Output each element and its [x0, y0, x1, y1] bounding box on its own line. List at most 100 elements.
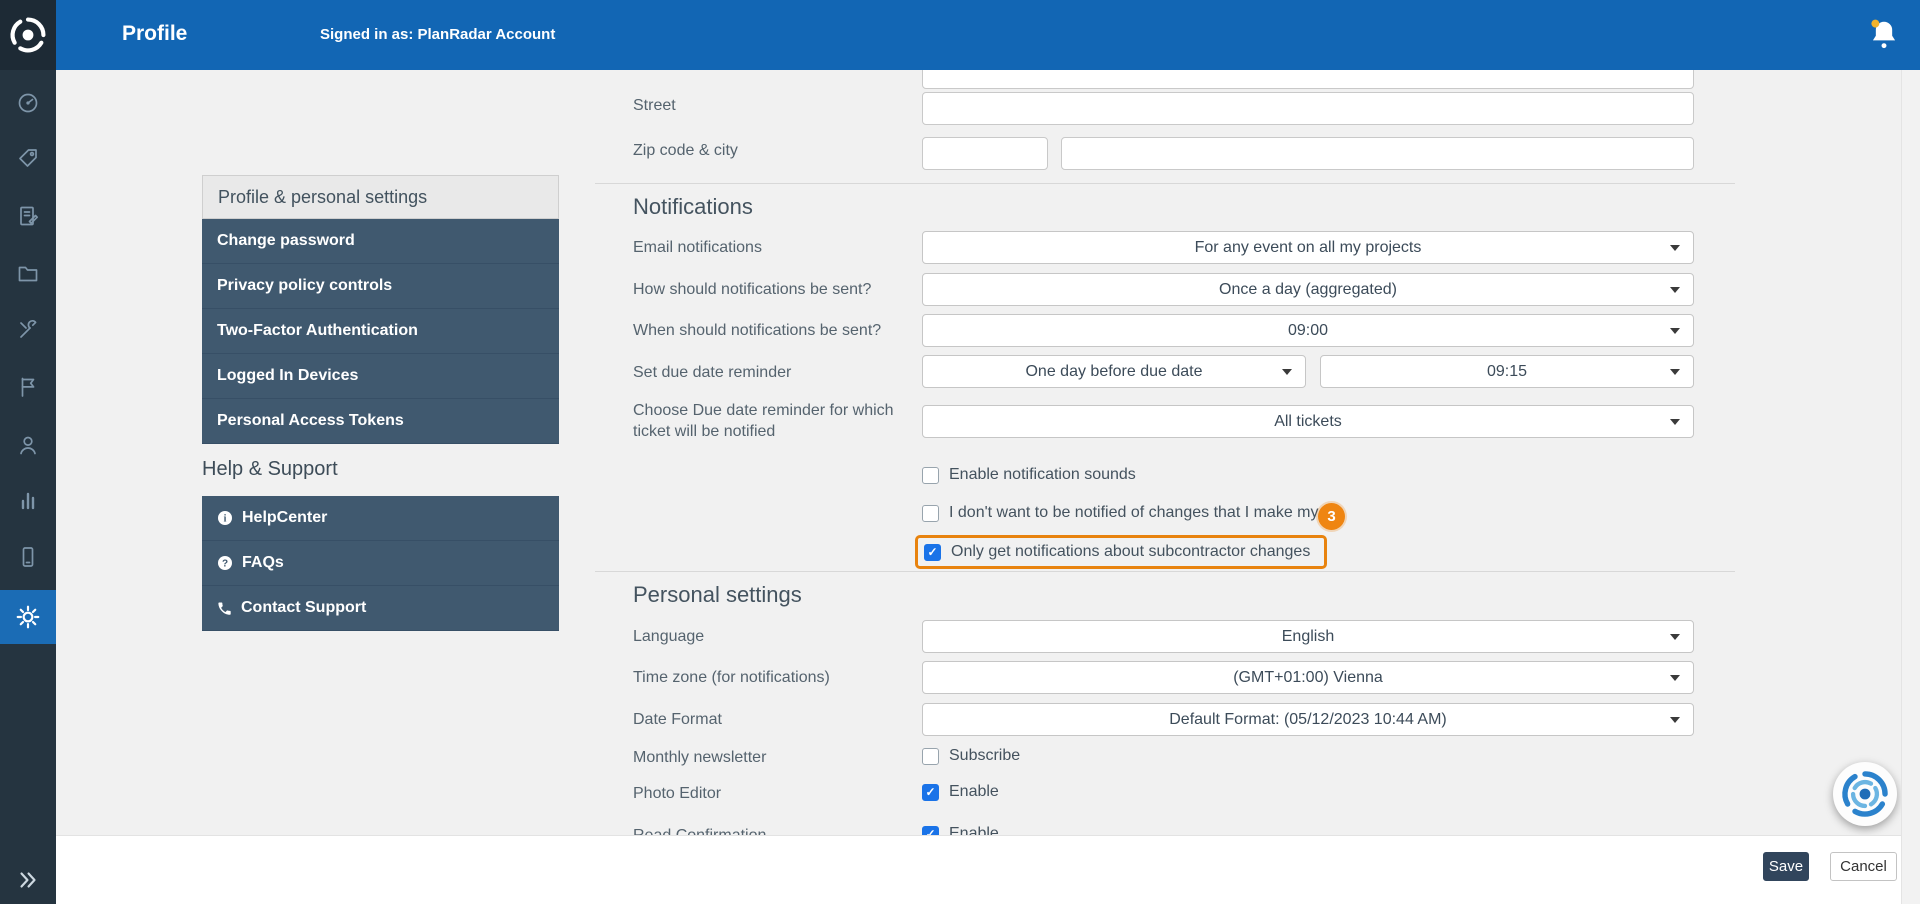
photo-editor-enable-label: Enable	[949, 783, 999, 801]
email-notifications-label: Email notifications	[633, 239, 762, 257]
chevron-down-icon	[1282, 369, 1292, 375]
menu-item-label: Contact Support	[241, 599, 366, 617]
chevron-down-icon	[1670, 369, 1680, 375]
notification-frequency-select[interactable]: Once a day (aggregated)	[922, 273, 1694, 306]
notification-time-select[interactable]: 09:00	[922, 314, 1694, 347]
device-icon[interactable]	[0, 533, 56, 581]
menu-item-label: HelpCenter	[242, 509, 327, 527]
street-input[interactable]	[922, 92, 1694, 125]
due-reminder-scope-select[interactable]: All tickets	[922, 405, 1694, 438]
document-icon[interactable]	[0, 192, 56, 240]
due-date-time-select[interactable]: 09:15	[1320, 355, 1694, 388]
menu-header-profile-settings[interactable]: Profile & personal settings	[202, 175, 559, 219]
planradar-watermark-logo	[1833, 762, 1897, 826]
language-label: Language	[633, 628, 704, 646]
photo-editor-checkbox[interactable]	[922, 784, 939, 801]
flag-icon[interactable]	[0, 363, 56, 411]
page-title: Profile	[122, 22, 187, 46]
due-date-reminder-select[interactable]: One day before due date	[922, 355, 1306, 388]
notification-sounds-row: Enable notification sounds	[922, 466, 1136, 484]
planradar-logo-box	[0, 0, 56, 70]
select-value: 09:00	[1288, 322, 1328, 340]
zip-input[interactable]	[922, 137, 1048, 170]
language-select[interactable]: English	[922, 620, 1694, 653]
menu-item-label: Change password	[217, 232, 355, 250]
phone-icon	[217, 601, 232, 616]
menu-item-faqs[interactable]: ? FAQs	[202, 541, 559, 586]
icon-sidebar	[0, 70, 56, 904]
email-notifications-select[interactable]: For any event on all my projects	[922, 231, 1694, 264]
section-divider	[595, 183, 1735, 184]
select-value: Default Format: (05/12/2023 10:44 AM)	[1169, 711, 1446, 729]
question-icon: ?	[217, 555, 233, 571]
personal-settings-heading: Personal settings	[633, 582, 802, 608]
self-changes-label: I don't want to be notified of changes t…	[949, 504, 1319, 522]
save-button[interactable]: Save	[1763, 852, 1809, 881]
menu-item-label: Personal Access Tokens	[217, 412, 404, 430]
settings-icon[interactable]	[0, 590, 56, 644]
svg-text:i: i	[224, 514, 227, 525]
users-icon[interactable]	[0, 421, 56, 469]
date-format-label: Date Format	[633, 711, 722, 729]
menu-item-label: Logged In Devices	[217, 367, 358, 385]
menu-item-change-password[interactable]: Change password	[202, 219, 559, 264]
newsletter-row: Subscribe	[922, 747, 1020, 765]
chevron-down-icon	[1670, 675, 1680, 681]
select-value: One day before due date	[1025, 363, 1202, 381]
footer-bar: Save Cancel	[56, 836, 1901, 904]
chevron-down-icon	[1670, 634, 1680, 640]
select-value: (GMT+01:00) Vienna	[1233, 669, 1383, 687]
select-value: All tickets	[1274, 413, 1342, 431]
statistics-icon[interactable]	[0, 477, 56, 525]
self-changes-checkbox[interactable]	[922, 505, 939, 522]
notification-time-label: When should notifications be sent?	[633, 322, 881, 340]
select-value: English	[1282, 628, 1334, 646]
folder-icon[interactable]	[0, 249, 56, 297]
subcontractor-changes-label: Only get notifications about subcontract…	[951, 543, 1310, 561]
city-input[interactable]	[1061, 137, 1694, 170]
tags-icon[interactable]	[0, 134, 56, 182]
notifications-heading: Notifications	[633, 194, 753, 220]
planradar-logo-icon	[8, 15, 48, 55]
section-divider	[595, 571, 1735, 572]
photo-editor-row: Enable	[922, 783, 999, 801]
menu-item-privacy-policy[interactable]: Privacy policy controls	[202, 264, 559, 309]
menu-header-label: Profile & personal settings	[218, 187, 427, 208]
vertical-scrollbar[interactable]	[1901, 70, 1920, 904]
menu-item-label: Two-Factor Authentication	[217, 322, 418, 340]
newsletter-label: Monthly newsletter	[633, 749, 766, 767]
timezone-select[interactable]: (GMT+01:00) Vienna	[922, 661, 1694, 694]
app: Profile Signed in as: PlanRadar Account	[0, 0, 1920, 904]
tools-icon[interactable]	[0, 306, 56, 354]
highlighted-subcontractor-row: Only get notifications about subcontract…	[915, 535, 1327, 569]
zip-city-label: Zip code & city	[633, 142, 738, 160]
notification-sounds-label: Enable notification sounds	[949, 466, 1136, 484]
select-value: 09:15	[1487, 363, 1527, 381]
street-label: Street	[633, 97, 676, 115]
menu-item-logged-in-devices[interactable]: Logged In Devices	[202, 354, 559, 399]
menu-item-personal-access-tokens[interactable]: Personal Access Tokens	[202, 399, 559, 444]
menu-item-label: Privacy policy controls	[217, 277, 392, 295]
photo-editor-label: Photo Editor	[633, 785, 721, 803]
chevron-down-icon	[1670, 419, 1680, 425]
notification-sounds-checkbox[interactable]	[922, 467, 939, 484]
step-3-badge: 3	[1318, 503, 1345, 530]
chevron-down-icon	[1670, 717, 1680, 723]
self-changes-row: I don't want to be notified of changes t…	[922, 504, 1319, 522]
newsletter-subscribe-label: Subscribe	[949, 747, 1020, 765]
subcontractor-changes-checkbox[interactable]	[924, 544, 941, 561]
notifications-bell-icon[interactable]	[1870, 18, 1898, 50]
menu-item-two-factor[interactable]: Two-Factor Authentication	[202, 309, 559, 354]
newsletter-checkbox[interactable]	[922, 748, 939, 765]
menu-item-contact-support[interactable]: Contact Support	[202, 586, 559, 631]
menu-item-helpcenter[interactable]: i HelpCenter	[202, 496, 559, 541]
select-value: For any event on all my projects	[1195, 239, 1422, 257]
date-format-select[interactable]: Default Format: (05/12/2023 10:44 AM)	[922, 703, 1694, 736]
chevron-down-icon	[1670, 328, 1680, 334]
expand-sidebar-icon[interactable]	[0, 856, 56, 904]
speedometer-icon[interactable]	[0, 79, 56, 127]
menu-item-label: FAQs	[242, 554, 284, 572]
signed-in-label: Signed in as: PlanRadar Account	[320, 26, 555, 43]
info-icon: i	[217, 510, 233, 526]
cancel-button[interactable]: Cancel	[1830, 852, 1897, 881]
